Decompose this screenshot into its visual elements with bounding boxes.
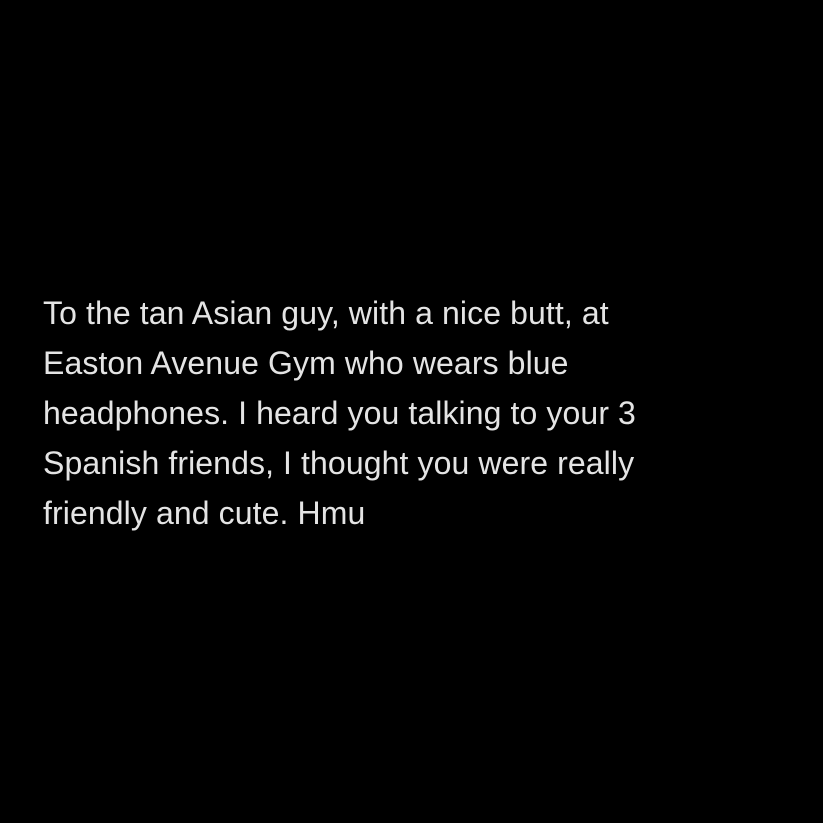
post-line: To the tan Asian guy, with a nice butt, …	[43, 295, 609, 331]
post-line: Spanish friends, I thought you were real…	[43, 445, 635, 481]
post-message: To the tan Asian guy, with a nice butt, …	[43, 288, 783, 538]
post-canvas: To the tan Asian guy, with a nice butt, …	[0, 0, 823, 823]
post-line: Easton Avenue Gym who wears blue	[43, 345, 569, 381]
post-line: headphones. I heard you talking to your …	[43, 395, 636, 431]
post-line: friendly and cute. Hmu	[43, 495, 366, 531]
